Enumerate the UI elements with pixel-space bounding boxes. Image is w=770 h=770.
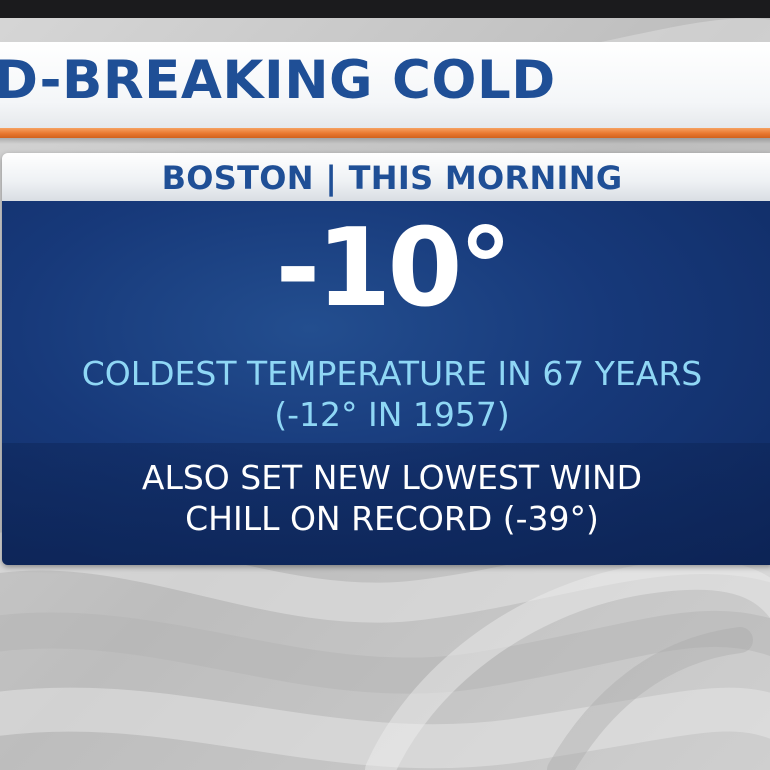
- windchill-note: ALSO SET NEW LOWEST WIND CHILL ON RECORD…: [2, 457, 770, 539]
- accent-stripe-shadow: [0, 138, 770, 144]
- accent-stripe: [0, 128, 770, 138]
- headline-banner: D-BREAKING COLD: [0, 42, 770, 128]
- windchill-line-2: CHILL ON RECORD (-39°): [185, 499, 599, 538]
- location-label: BOSTON | THIS MORNING: [161, 159, 623, 197]
- record-line-1: COLDEST TEMPERATURE IN 67 YEARS: [81, 354, 703, 393]
- weather-panel: BOSTON | THIS MORNING -10° COLDEST TEMPE…: [2, 153, 770, 565]
- windchill-line-1: ALSO SET NEW LOWEST WIND: [141, 458, 643, 497]
- headline-title: D-BREAKING COLD: [0, 50, 556, 111]
- temperature-value: -10°: [275, 206, 512, 331]
- record-note: COLDEST TEMPERATURE IN 67 YEARS (-12° IN…: [2, 353, 770, 435]
- location-header: BOSTON | THIS MORNING: [2, 153, 770, 201]
- top-bar: [0, 0, 770, 18]
- record-line-2: (-12° IN 1957): [274, 395, 510, 434]
